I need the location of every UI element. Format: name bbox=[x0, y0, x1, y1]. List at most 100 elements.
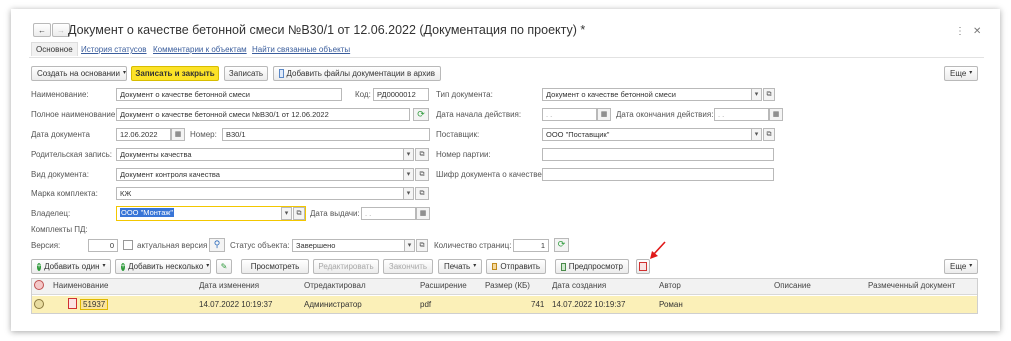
parent-open-button[interactable]: ⧉ bbox=[415, 148, 429, 161]
doctype-open-button[interactable]: ⧉ bbox=[415, 168, 429, 181]
end-date-field[interactable]: . . bbox=[714, 108, 769, 121]
back-button[interactable]: ← bbox=[33, 23, 51, 37]
print-button[interactable]: Печать ▾ bbox=[438, 259, 482, 274]
edit-button[interactable]: Редактировать bbox=[313, 259, 379, 274]
add-many-button[interactable]: + Добавить несколько ▾ bbox=[115, 259, 211, 274]
col-size[interactable]: Размер (КБ) bbox=[485, 281, 530, 290]
col-author[interactable]: Автор bbox=[659, 281, 681, 290]
chevron-down-icon: ▾ bbox=[406, 190, 411, 197]
parent-dropdown[interactable]: ▾ bbox=[403, 148, 414, 161]
attach-icon bbox=[279, 69, 284, 78]
tab-status-history[interactable]: История статусов bbox=[81, 45, 147, 54]
back-arrow-icon: ← bbox=[38, 25, 46, 35]
supplier-field[interactable]: ООО "Поставщик" bbox=[542, 128, 762, 141]
row-extension: pdf bbox=[420, 300, 432, 309]
header-settings-icon[interactable] bbox=[34, 280, 44, 290]
type-dropdown[interactable]: ▾ bbox=[751, 88, 762, 101]
tab-find-related[interactable]: Найти связанные объекты bbox=[252, 45, 350, 54]
send-button[interactable]: Отправить bbox=[486, 259, 546, 274]
link-icon: ⧉ bbox=[766, 91, 772, 98]
pencil-button[interactable]: ✎ bbox=[216, 259, 232, 274]
name-field[interactable]: Документ о качестве бетонной смеси bbox=[116, 88, 342, 101]
doctype-field[interactable]: Документ контроля качества bbox=[116, 168, 414, 181]
actual-version-checkbox[interactable] bbox=[123, 240, 133, 250]
row-created: 14.07.2022 10:19:37 bbox=[552, 300, 626, 309]
batch-label: Номер партии: bbox=[436, 150, 491, 159]
code-field[interactable]: РД0000012 bbox=[373, 88, 429, 101]
pdf-icon bbox=[68, 298, 77, 309]
refresh-button[interactable]: ⟳ bbox=[413, 108, 429, 121]
pages-field[interactable]: 1 bbox=[513, 239, 549, 252]
status-open-button[interactable]: ⧉ bbox=[416, 239, 428, 252]
close-icon[interactable]: ✕ bbox=[973, 26, 981, 37]
status-field[interactable]: Завершено bbox=[292, 239, 415, 252]
row-name[interactable]: 51937 bbox=[80, 299, 109, 310]
save-close-button[interactable]: Записать и закрыть bbox=[131, 66, 219, 81]
link-icon: ⧉ bbox=[419, 242, 425, 249]
calendar-icon: ▦ bbox=[600, 111, 608, 118]
type-open-button[interactable]: ⧉ bbox=[763, 88, 775, 101]
tab-main[interactable]: Основное bbox=[31, 42, 78, 56]
col-editor[interactable]: Отредактировал bbox=[304, 281, 366, 290]
col-name[interactable]: Наименование bbox=[53, 281, 108, 290]
col-marked[interactable]: Размеченный документ bbox=[868, 281, 955, 290]
preview-button[interactable]: Предпросмотр bbox=[555, 259, 629, 274]
version-field[interactable]: 0 bbox=[88, 239, 118, 252]
save-button[interactable]: Записать bbox=[224, 66, 268, 81]
issue-calendar-button[interactable]: ▦ bbox=[416, 207, 430, 220]
type-field[interactable]: Документ о качестве бетонной смеси bbox=[542, 88, 762, 101]
end-calendar-button[interactable]: ▦ bbox=[769, 108, 783, 121]
type-label: Тип документа: bbox=[436, 90, 493, 99]
start-calendar-button[interactable]: ▦ bbox=[597, 108, 611, 121]
tab-object-comments[interactable]: Комментарии к объектам bbox=[153, 45, 247, 54]
owner-open-button[interactable]: ⧉ bbox=[293, 207, 305, 220]
tabs-divider bbox=[29, 57, 984, 58]
status-dropdown[interactable]: ▾ bbox=[404, 239, 415, 252]
col-extension[interactable]: Расширение bbox=[420, 281, 467, 290]
more-menu-icon[interactable]: ⋮ bbox=[955, 26, 965, 37]
calendar-button[interactable]: ▦ bbox=[171, 128, 185, 141]
row-author: Роман bbox=[659, 300, 683, 309]
issue-date-field[interactable]: . . bbox=[361, 207, 416, 220]
add-one-button[interactable]: + Добавить один ▾ bbox=[31, 259, 111, 274]
col-description[interactable]: Описание bbox=[774, 281, 811, 290]
owner-field[interactable]: ООО "Монтаж" bbox=[116, 206, 306, 221]
plus-circle-icon: + bbox=[121, 262, 126, 271]
calendar-icon: ▦ bbox=[419, 210, 427, 217]
pdf-marked-button[interactable] bbox=[636, 259, 650, 274]
add-files-button[interactable]: Добавить файлы документации в архив bbox=[273, 66, 441, 81]
col-created[interactable]: Дата создания bbox=[552, 281, 606, 290]
kit-open-button[interactable]: ⧉ bbox=[415, 187, 429, 200]
search-icon: ⚲ bbox=[213, 239, 221, 249]
batch-field[interactable] bbox=[542, 148, 774, 161]
number-field[interactable]: В30/1 bbox=[222, 128, 430, 141]
doctype-dropdown[interactable]: ▾ bbox=[403, 168, 414, 181]
kit-field[interactable]: КЖ bbox=[116, 187, 414, 200]
kit-dropdown[interactable]: ▾ bbox=[403, 187, 414, 200]
create-based-button[interactable]: Создать на основании ▾ bbox=[31, 66, 127, 81]
number-label: Номер: bbox=[190, 130, 217, 139]
cipher-field[interactable] bbox=[542, 168, 774, 181]
refresh-icon: ⟳ bbox=[557, 239, 566, 249]
parent-field[interactable]: Документы качества bbox=[116, 148, 414, 161]
supplier-dropdown[interactable]: ▾ bbox=[751, 128, 762, 141]
more-button[interactable]: Еще ▾ bbox=[944, 66, 978, 81]
cipher-label: Шифр документа о качестве: bbox=[436, 170, 545, 179]
pages-refresh-button[interactable]: ⟳ bbox=[554, 238, 569, 252]
start-date-field[interactable]: . . bbox=[542, 108, 597, 121]
forward-arrow-icon: → bbox=[57, 25, 65, 35]
chevron-down-icon: ▾ bbox=[473, 263, 477, 269]
search-button[interactable]: ⚲ bbox=[209, 238, 225, 252]
table-row[interactable] bbox=[32, 296, 977, 313]
owner-dropdown[interactable]: ▾ bbox=[281, 207, 292, 220]
files-more-button[interactable]: Еще ▾ bbox=[944, 259, 978, 274]
date-field[interactable]: 12.06.2022 bbox=[116, 128, 171, 141]
col-modified[interactable]: Дата изменения bbox=[199, 281, 259, 290]
pencil-icon: ✎ bbox=[220, 262, 228, 271]
supplier-open-button[interactable]: ⧉ bbox=[763, 128, 775, 141]
fullname-field[interactable]: Документ о качестве бетонной смеси №В30/… bbox=[116, 108, 410, 121]
finish-button[interactable]: Закончить bbox=[383, 259, 433, 274]
start-date-label: Дата начала действия: bbox=[436, 110, 522, 119]
link-icon: ⧉ bbox=[296, 210, 302, 217]
view-button[interactable]: Просмотреть bbox=[241, 259, 309, 274]
